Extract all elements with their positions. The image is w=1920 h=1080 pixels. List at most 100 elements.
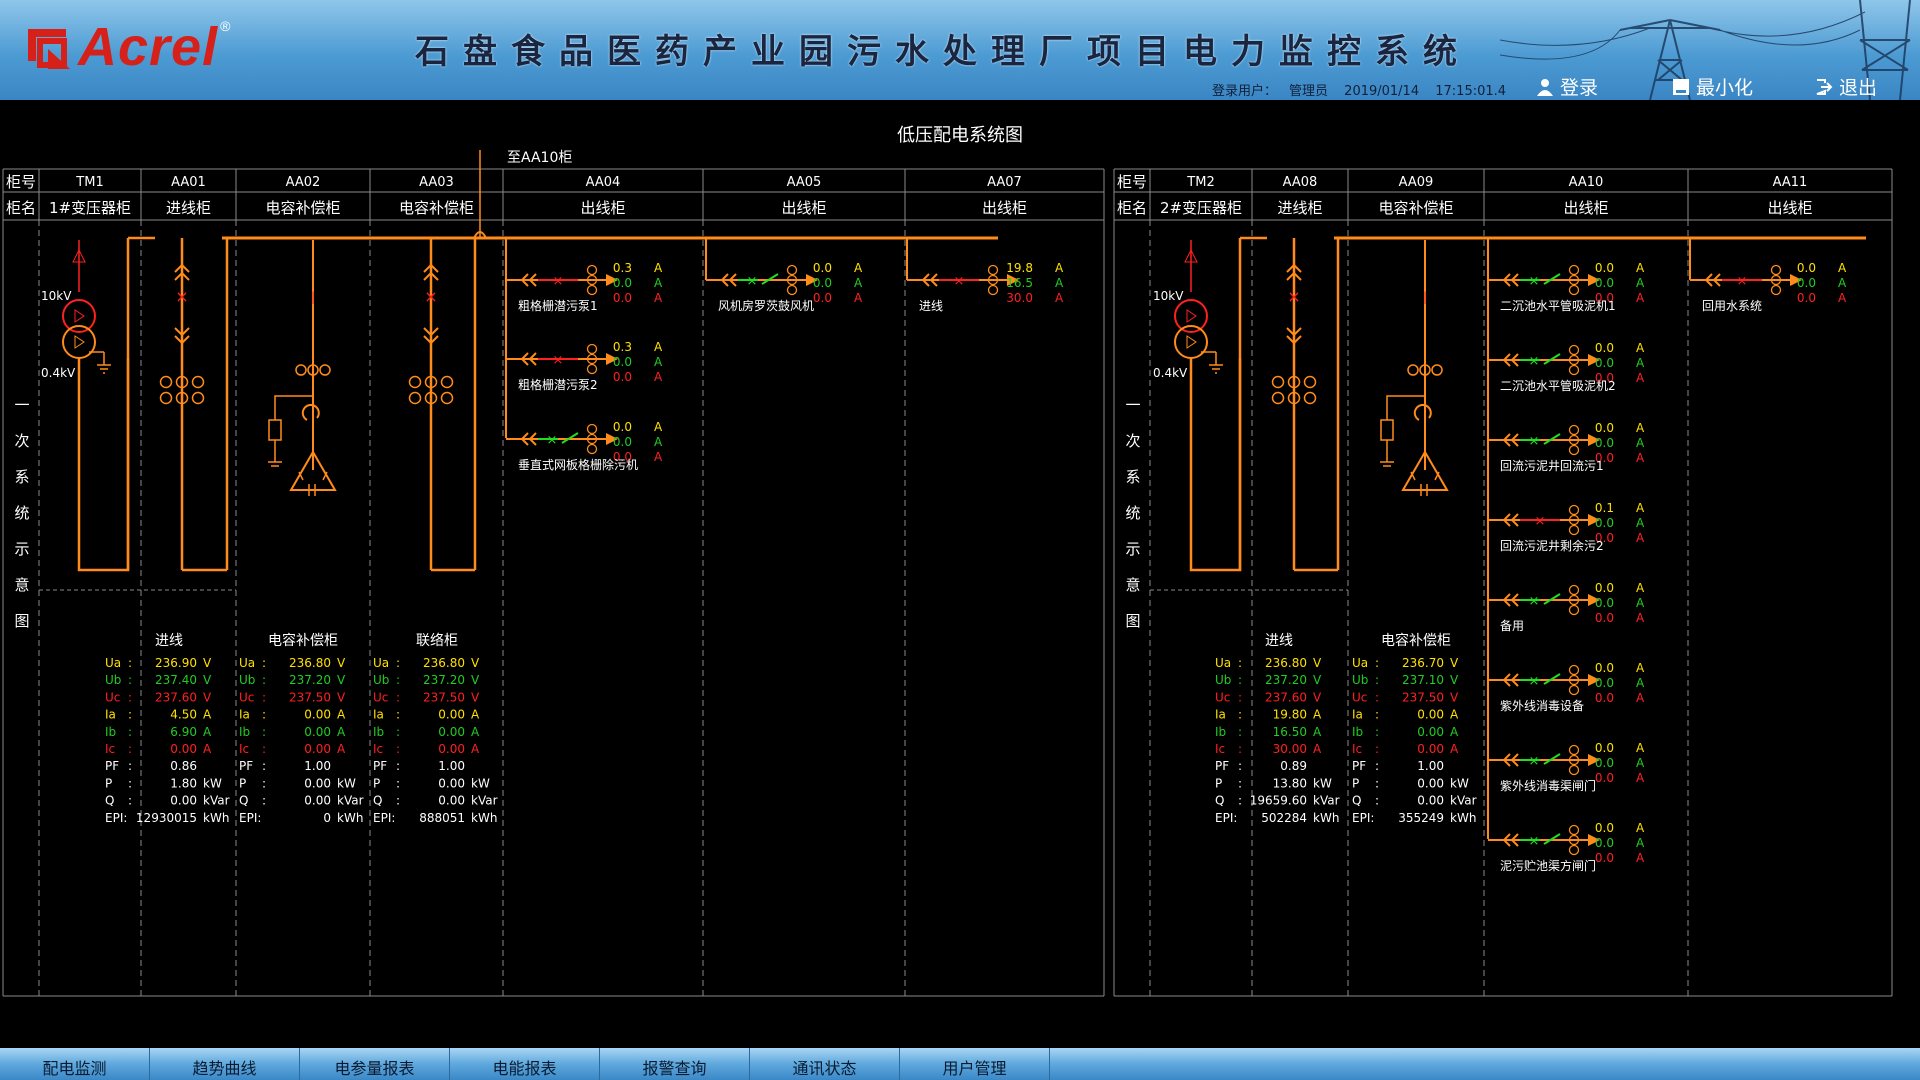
nav-trend-curve[interactable]: 趋势曲线 (150, 1048, 300, 1080)
meter-value: 0.00 (438, 776, 465, 790)
meter-key: Ib (1215, 725, 1226, 739)
ct-icon (440, 391, 454, 405)
nav-user-manage[interactable]: 用户管理 (900, 1048, 1050, 1080)
unit-a: A (654, 276, 663, 290)
phase-b-current: 0.0 (1595, 436, 1614, 450)
ct-icon (987, 284, 999, 296)
feeder-name: 粗格栅潜污泵2 (518, 377, 598, 392)
ct-icon (1770, 284, 1782, 296)
meter-key: Uc (1352, 690, 1367, 704)
meter-unit: kVar (203, 794, 230, 808)
hv-voltage-label: 10kV (1153, 289, 1184, 303)
meter-colon: : (262, 690, 266, 704)
cabinet-name: 1#变压器柜 (49, 199, 131, 217)
meter-value: 0.00 (304, 794, 331, 808)
nav-energy-report[interactable]: 电能报表 (450, 1048, 600, 1080)
meter-value: 0.00 (170, 794, 197, 808)
logo-mark-icon (28, 29, 70, 69)
meter-colon: : (128, 794, 132, 808)
breaker-open-icon: × (1529, 834, 1540, 849)
meter-colon: : (128, 776, 132, 790)
meter-unit: A (337, 708, 346, 722)
cabinet-id: AA07 (987, 175, 1022, 190)
row-label-id: 柜号 (1117, 173, 1147, 191)
meter-unit: V (203, 656, 212, 670)
feeder-name: 垂直式网板格栅除污机 (518, 457, 638, 472)
meter-unit: V (203, 690, 212, 704)
cabinet-name: 电容补偿柜 (1378, 199, 1453, 217)
meter-value: 6.90 (170, 725, 197, 739)
meter-key: PF (105, 759, 119, 773)
meter-key: Uc (1215, 690, 1230, 704)
unit-a: A (1055, 291, 1064, 305)
meter-colon: : (128, 673, 132, 687)
nav-comm-status[interactable]: 通讯状态 (750, 1048, 900, 1080)
login-button[interactable]: 登录 (1536, 73, 1598, 100)
login-label: 登录用户： (1212, 84, 1278, 99)
ct-icon (1431, 364, 1443, 376)
meter-colon: : (1238, 725, 1242, 739)
ct-icon (1303, 375, 1317, 389)
meter-value: 1.00 (1417, 759, 1444, 773)
nav-alarm-query[interactable]: 报警查询 (600, 1048, 750, 1080)
phase-a-current: 0.0 (1595, 421, 1614, 435)
meter-value: 236.80 (423, 656, 465, 670)
phase-c-current: 30.0 (1006, 291, 1033, 305)
meter-key: P (373, 776, 380, 790)
hv-voltage-label: 10kV (41, 289, 72, 303)
meter-value: 4.50 (170, 708, 197, 722)
meter-value: 236.80 (289, 656, 331, 670)
unit-a: A (1636, 596, 1645, 610)
bottom-nav: 配电监测 趋势曲线 电参量报表 电能报表 报警查询 通讯状态 用户管理 (0, 1048, 1920, 1080)
side-label-char: 示 (14, 540, 29, 558)
exit-button[interactable]: 退出 (1815, 73, 1877, 100)
meter-unit: A (203, 708, 212, 722)
minimize-button[interactable]: 最小化 (1672, 73, 1753, 100)
ct-icon (159, 375, 173, 389)
login-info: 登录用户： 管理员 2019/01/14 17:15:01.4 (1212, 80, 1518, 99)
breaker-open-icon: × (1529, 674, 1540, 689)
ct-icon (1568, 844, 1580, 856)
feeder-name: 二沉池水平管吸泥机2 (1500, 378, 1616, 393)
meter-value: 502284 (1261, 811, 1307, 825)
cabinet-id: AA02 (286, 175, 321, 190)
phase-a-current: 0.0 (1595, 661, 1614, 675)
phase-a-current: 0.3 (613, 340, 632, 354)
meters: 进线 Ua: 236.90 V Ub: 237.40 V Uc: 237.60 V Ia: 4.50 A… (105, 632, 1477, 825)
meter-title: 联络柜 (416, 633, 458, 649)
breaker-icon: × (175, 287, 188, 306)
meter-key: P (1352, 776, 1359, 790)
meter-key: Uc (105, 690, 120, 704)
meter-key: Ia (1215, 708, 1226, 722)
meter-colon: : (1375, 673, 1379, 687)
cabinet-id: AA05 (787, 175, 822, 190)
ct-icon (1568, 664, 1580, 676)
unit-a: A (1055, 261, 1064, 275)
exit-button-label: 退出 (1839, 77, 1878, 99)
header-bar: Acrel ® 石盘食品医药产业园污水处理厂项目电力监控系统 登录用户： 管理员 … (0, 0, 1920, 100)
unit-a: A (1636, 341, 1645, 355)
meter-key: Ub (1352, 673, 1368, 687)
meter-colon: : (128, 708, 132, 722)
meter-key: Ia (239, 708, 250, 722)
nav-param-report[interactable]: 电参量报表 (300, 1048, 450, 1080)
meter-value: 0.00 (438, 725, 465, 739)
meter-colon: : (128, 690, 132, 704)
meter-colon: : (396, 673, 400, 687)
meter-colon: : (1375, 776, 1379, 790)
breaker-open-icon: × (1529, 594, 1540, 609)
meter-colon: : (128, 759, 132, 773)
meter-value: 888051 (419, 811, 465, 825)
meter-key: Ic (373, 742, 383, 756)
meter-title: 进线 (1265, 633, 1293, 649)
meter-value: 0.00 (1417, 725, 1444, 739)
meter-unit: kVar (1450, 794, 1477, 808)
unit-a: A (1636, 851, 1645, 865)
nav-power-monitor[interactable]: 配电监测 (0, 1048, 150, 1080)
ct-icon (191, 391, 205, 405)
cabinet-id: AA08 (1283, 175, 1318, 190)
unit-a: A (1636, 261, 1645, 275)
meter-colon: : (1238, 708, 1242, 722)
meter-value: 16.50 (1273, 725, 1307, 739)
phase-c-current: 0.0 (1595, 851, 1614, 865)
